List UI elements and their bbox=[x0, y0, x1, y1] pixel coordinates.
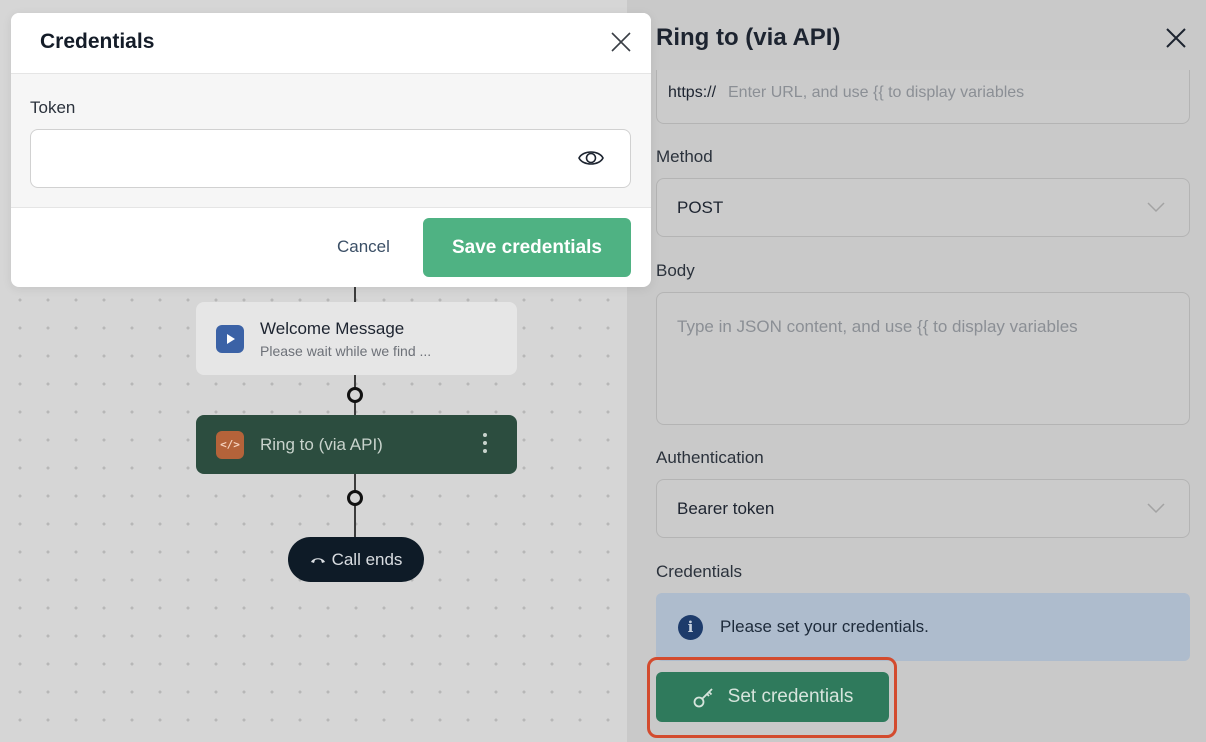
modal-title: Credentials bbox=[40, 30, 155, 53]
cancel-button[interactable]: Cancel bbox=[337, 237, 390, 257]
welcome-message-node[interactable]: Welcome Message Please wait while we fin… bbox=[196, 302, 517, 375]
authentication-label: Authentication bbox=[656, 448, 764, 467]
more-options-icon[interactable] bbox=[483, 433, 487, 453]
set-credentials-button[interactable]: Set credentials bbox=[656, 672, 889, 722]
credentials-label: Credentials bbox=[656, 562, 742, 581]
phone-hangup-icon bbox=[310, 557, 325, 563]
add-step-dot[interactable] bbox=[347, 387, 363, 403]
code-icon: </> bbox=[216, 430, 244, 459]
ring-to-api-node[interactable]: </> Ring to (via API) bbox=[196, 415, 517, 474]
body-textarea[interactable]: Type in JSON content, and use {{ to disp… bbox=[656, 292, 1190, 425]
token-label: Token bbox=[30, 98, 76, 117]
call-ends-label: Call ends bbox=[331, 549, 403, 569]
key-icon bbox=[693, 688, 713, 708]
body-placeholder: Type in JSON content, and use {{ to disp… bbox=[677, 317, 1078, 336]
token-input[interactable] bbox=[30, 129, 631, 188]
set-credentials-label: Set credentials bbox=[727, 686, 854, 707]
method-select[interactable]: POST bbox=[656, 178, 1190, 237]
save-credentials-button[interactable]: Save credentials bbox=[423, 218, 631, 277]
add-step-dot[interactable] bbox=[347, 490, 363, 506]
credentials-modal: Credentials Token Cancel Save credential… bbox=[11, 13, 651, 287]
chevron-down-icon bbox=[1147, 503, 1165, 514]
node-title: Ring to (via API) bbox=[260, 434, 383, 454]
info-text: Please set your credentials. bbox=[720, 617, 929, 636]
url-placeholder: Enter URL, and use {{ to display variabl… bbox=[728, 84, 1025, 101]
info-icon: i bbox=[678, 614, 703, 640]
node-subtitle: Please wait while we find ... bbox=[260, 342, 432, 359]
authentication-select[interactable]: Bearer token bbox=[656, 479, 1190, 538]
call-ends-node[interactable]: Call ends bbox=[288, 537, 424, 582]
panel-title: Ring to (via API) bbox=[656, 24, 841, 51]
node-settings-panel: Ring to (via API) https:// Enter URL, an… bbox=[627, 0, 1206, 742]
method-value: POST bbox=[677, 197, 724, 217]
play-icon bbox=[216, 324, 244, 353]
url-field[interactable]: https:// Enter URL, and use {{ to displa… bbox=[656, 70, 1190, 124]
connector-line bbox=[354, 287, 356, 302]
node-title: Welcome Message bbox=[260, 318, 405, 338]
method-label: Method bbox=[656, 147, 713, 166]
close-icon[interactable] bbox=[1164, 26, 1188, 50]
chevron-down-icon bbox=[1147, 202, 1165, 213]
authentication-value: Bearer token bbox=[677, 498, 775, 518]
body-label: Body bbox=[656, 261, 695, 280]
highlight-outline: Set credentials bbox=[647, 657, 897, 738]
close-icon[interactable] bbox=[610, 31, 632, 53]
credentials-info-banner: i Please set your credentials. bbox=[656, 593, 1190, 661]
url-prefix: https:// bbox=[668, 84, 717, 101]
show-password-icon[interactable] bbox=[577, 147, 605, 169]
